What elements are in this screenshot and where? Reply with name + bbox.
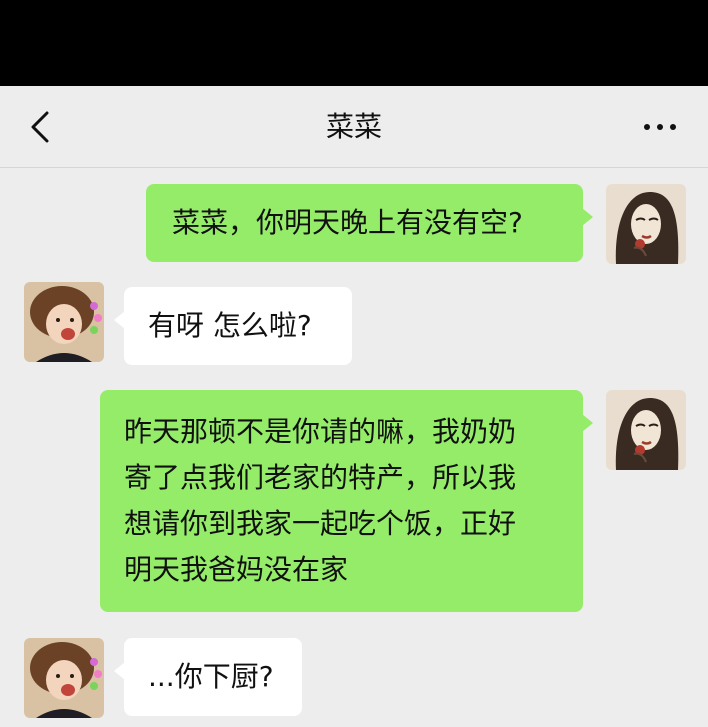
my-avatar[interactable]: [606, 390, 686, 470]
chat-message-list[interactable]: 菜菜，你明天晚上有没有空? 有呀 怎么啦? 昨天那顿不是你请的嘛，我奶奶 寄了点…: [0, 168, 708, 727]
contact-avatar[interactable]: [24, 282, 104, 362]
message-text: ...你下厨?: [148, 660, 274, 693]
sent-message-bubble[interactable]: 昨天那顿不是你请的嘛，我奶奶 寄了点我们老家的特产，所以我 想请你到我家一起吃个…: [100, 390, 593, 612]
chat-title: 菜菜: [325, 110, 382, 143]
more-dot: [670, 124, 676, 130]
more-dots-icon: [644, 124, 650, 130]
sketch-portrait-avatar-icon: [606, 390, 686, 470]
received-message-bubble[interactable]: ...你下厨?: [114, 638, 302, 716]
message-line: 想请你到我家一起吃个饭，正好: [124, 507, 517, 540]
chevron-left-icon: [31, 111, 49, 143]
message-text: 有呀 怎么啦?: [148, 309, 312, 342]
back-button[interactable]: [20, 104, 60, 150]
message-line: 明天我爸妈没在家: [124, 553, 349, 586]
child-photo-avatar-icon: [24, 638, 104, 718]
message-line: 昨天那顿不是你请的嘛，我奶奶: [124, 415, 517, 448]
more-dot: [657, 124, 663, 130]
bubble-tail: [582, 414, 593, 432]
child-photo-avatar-icon: [24, 282, 104, 362]
message-text: 菜菜，你明天晚上有没有空?: [172, 206, 523, 239]
chat-header: 菜菜: [0, 86, 708, 168]
sent-message-bubble[interactable]: 菜菜，你明天晚上有没有空?: [146, 184, 593, 262]
my-avatar[interactable]: [606, 184, 686, 264]
received-message-bubble[interactable]: 有呀 怎么啦?: [114, 287, 352, 365]
status-bar: [0, 0, 708, 86]
contact-avatar[interactable]: [24, 638, 104, 718]
more-options-button[interactable]: [632, 106, 688, 148]
sketch-portrait-avatar-icon: [606, 184, 686, 264]
bubble-tail: [582, 208, 593, 226]
message-line: 寄了点我们老家的特产，所以我: [124, 461, 517, 494]
bubble-tail: [114, 311, 125, 329]
bubble-tail: [114, 662, 125, 680]
